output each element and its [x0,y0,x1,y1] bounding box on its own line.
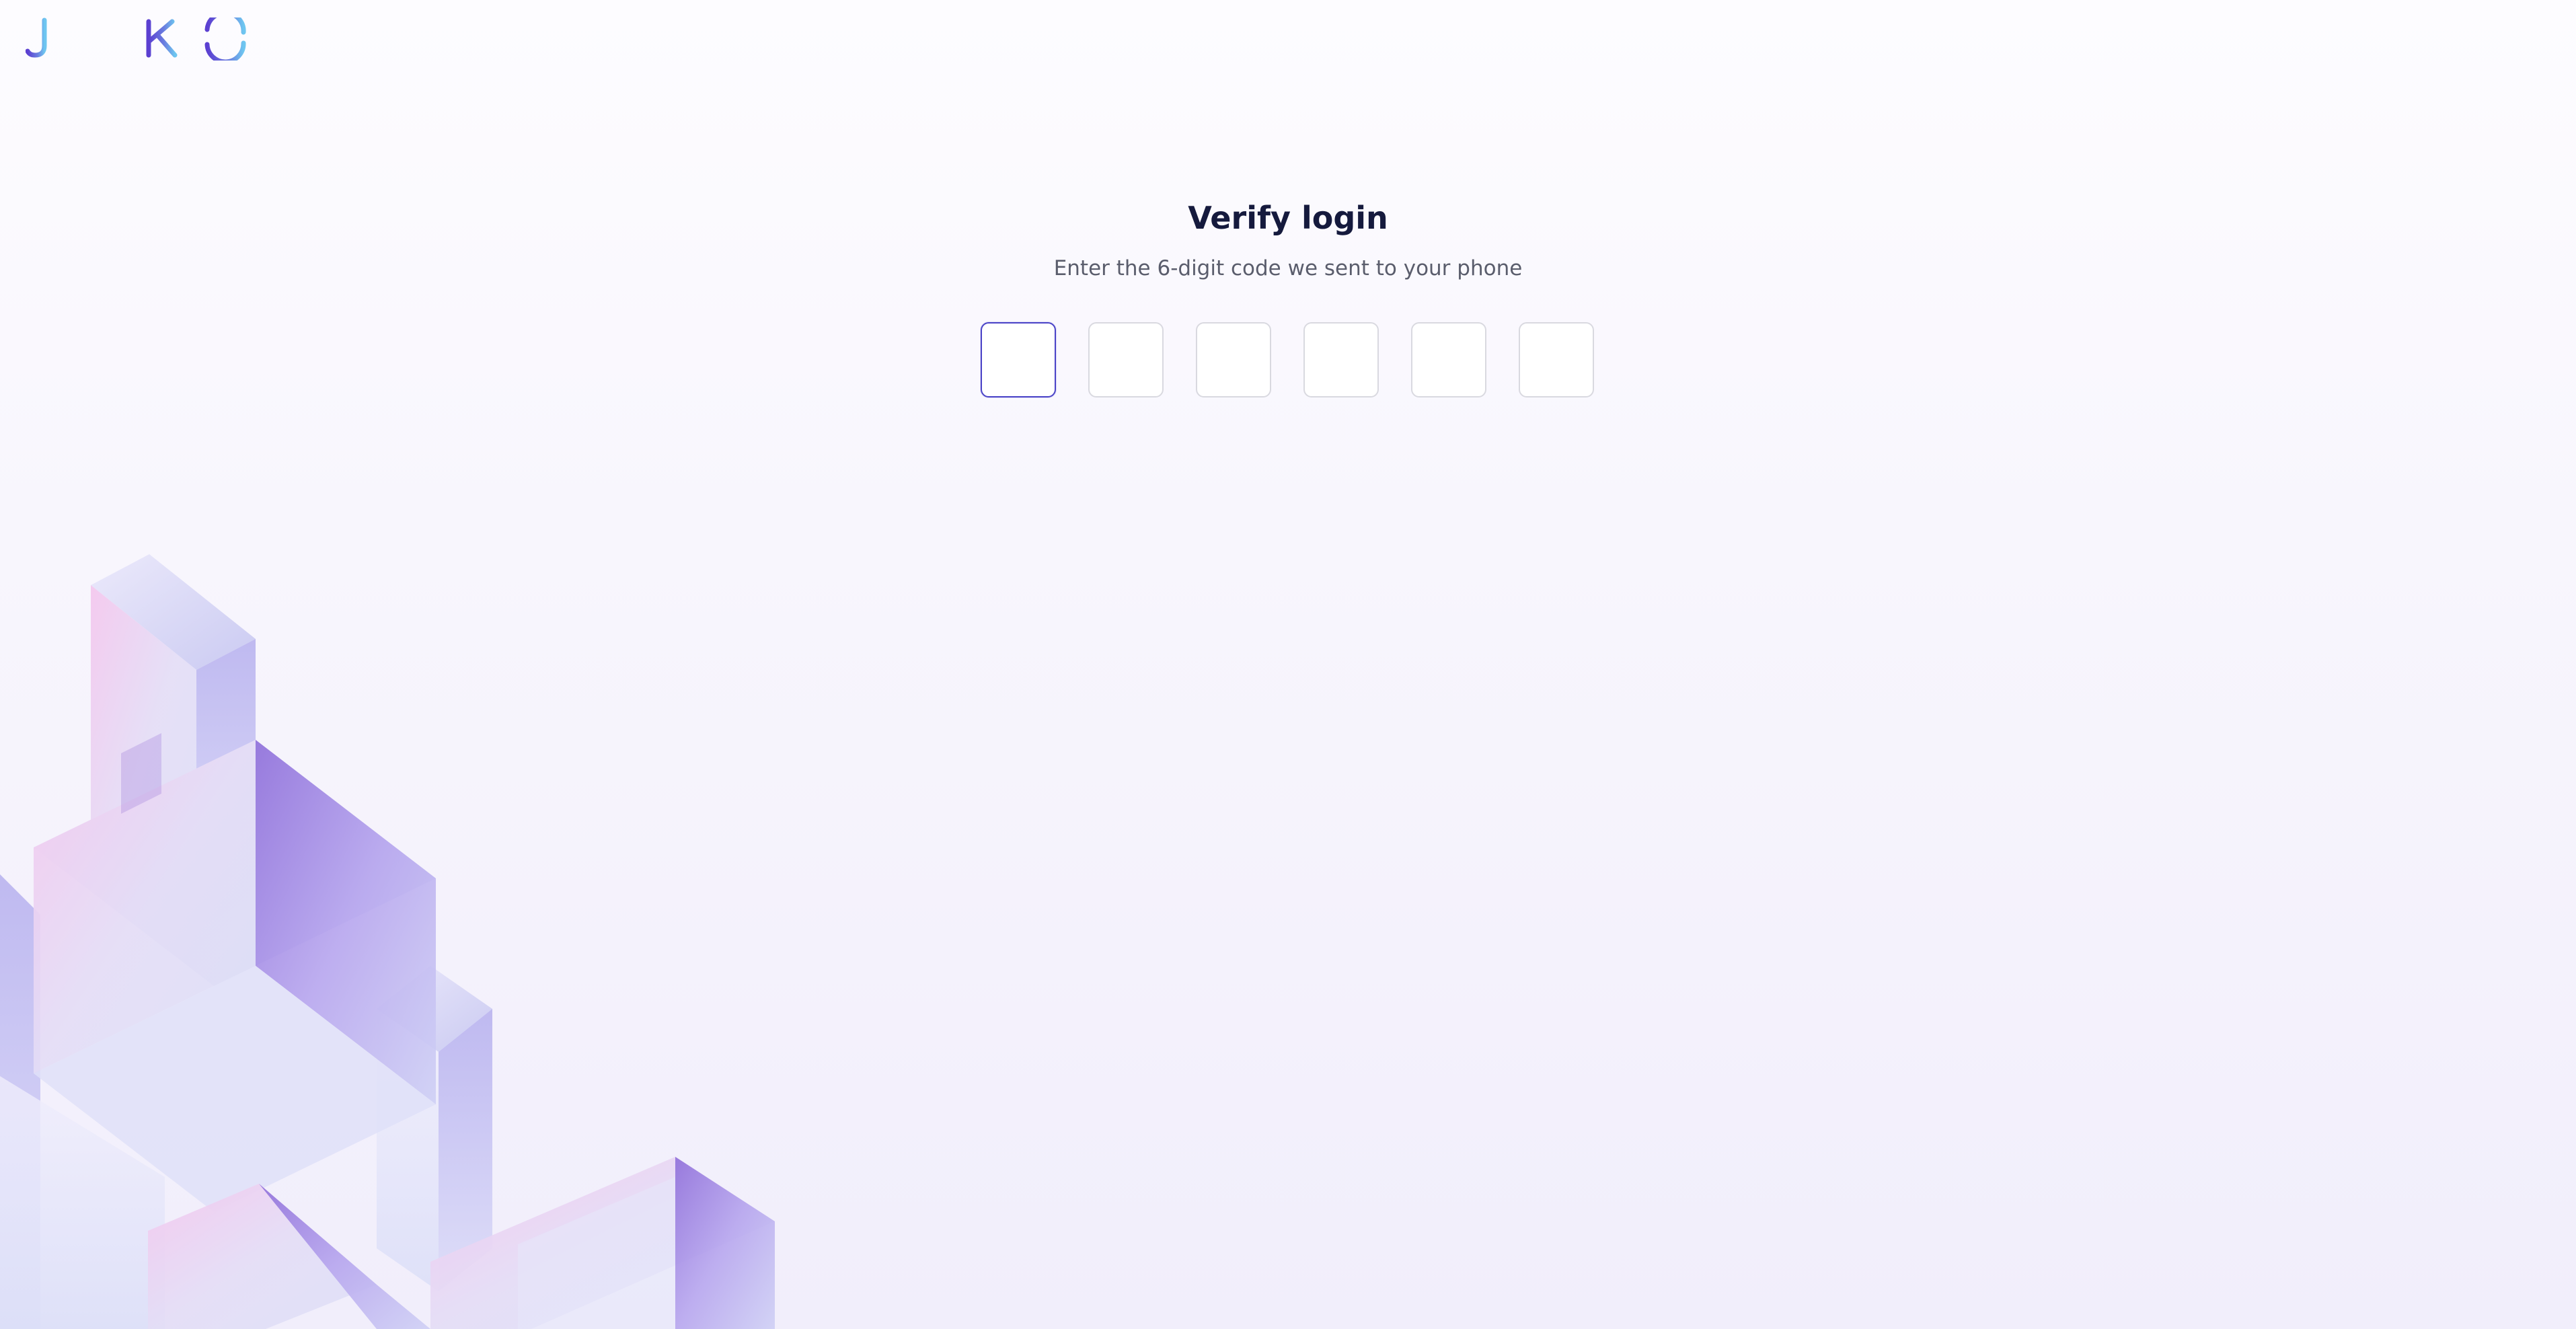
code-digit-5[interactable] [1411,322,1486,397]
glass-cubes-illustration [0,554,775,1329]
code-digit-1[interactable] [981,322,1056,397]
code-digit-3[interactable] [1196,322,1271,397]
page-title: Verify login [1188,200,1388,236]
page-subtitle: Enter the 6-digit code we sent to your p… [1053,256,1523,280]
code-digit-6[interactable] [1519,322,1594,397]
code-digit-4[interactable] [1303,322,1379,397]
code-digit-2[interactable] [1088,322,1164,397]
verification-code-inputs [981,322,1594,397]
